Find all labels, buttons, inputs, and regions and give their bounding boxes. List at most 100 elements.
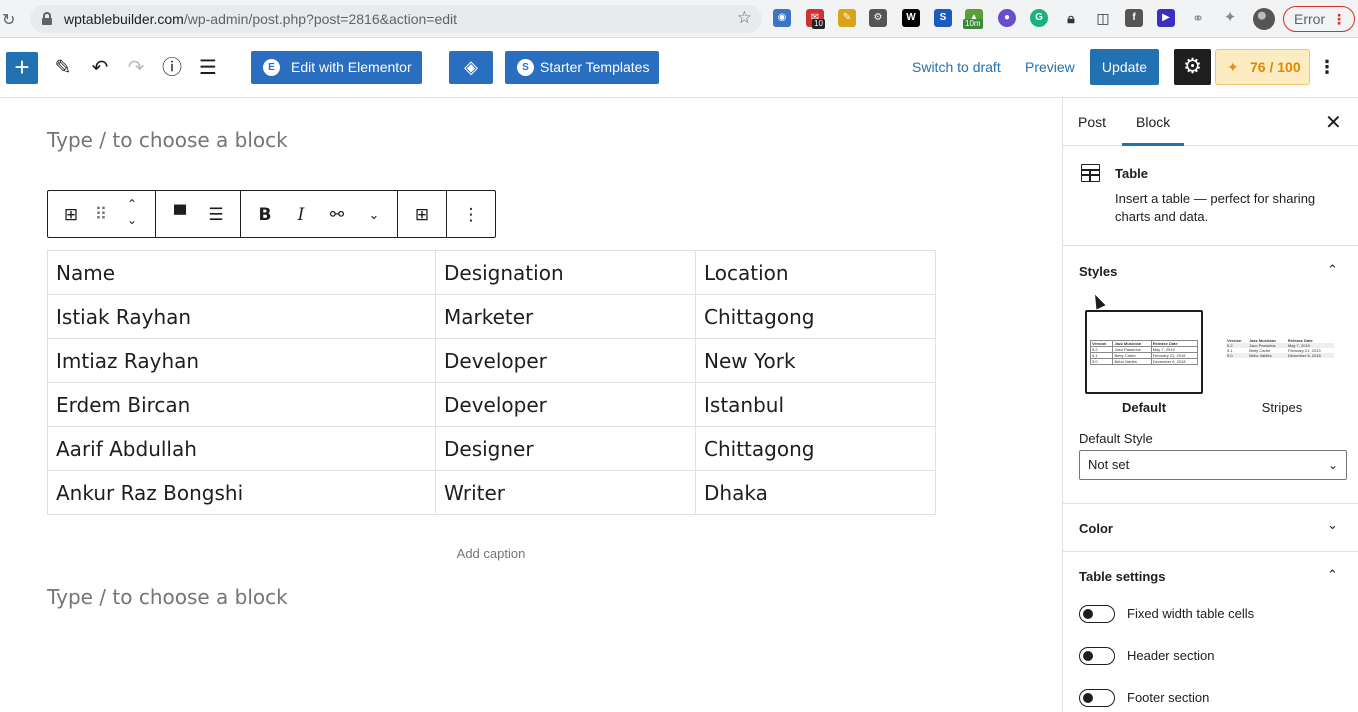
block-placeholder-top[interactable]: Type / to choose a block	[47, 128, 288, 152]
default-style-select[interactable]: Not set ⌄	[1079, 450, 1347, 480]
puzzle-icon[interactable]: ✦	[1221, 9, 1239, 27]
block-card: Table Insert a table — perfect for shari…	[1063, 146, 1358, 246]
bookmark-star-icon[interactable]: ☆	[737, 8, 752, 28]
style-label-stripes: Stripes	[1261, 400, 1303, 415]
chevron-up-icon[interactable]: ⌃	[1327, 567, 1338, 583]
url-text: wptablebuilder.com/wp-admin/post.php?pos…	[64, 11, 457, 27]
table-cell[interactable]: Developer	[435, 382, 696, 427]
settings-button[interactable]: ⚙	[1174, 49, 1211, 85]
starter-templates-label: Starter Templates	[540, 59, 650, 75]
bold-icon[interactable]: B	[253, 203, 277, 227]
extension-icon-1[interactable]: ◉	[773, 9, 791, 27]
table-cell[interactable]: Erdem Bircan	[47, 382, 436, 427]
preview-button[interactable]: Preview	[1025, 59, 1075, 75]
add-block-button[interactable]: +	[6, 52, 38, 84]
style-option-default[interactable]: Version Jazz Musician Release Date 5.2 Jaco…	[1085, 310, 1203, 394]
info-icon[interactable]: ⓘ	[159, 54, 185, 82]
extension-icon-6[interactable]: ●	[998, 9, 1016, 27]
edit-with-elementor-button[interactable]: E Edit with Elementor	[251, 51, 422, 84]
edit-table-icon[interactable]: ⊞	[410, 203, 434, 227]
tab-block[interactable]: Block	[1122, 98, 1185, 146]
settings-sidebar: Post Block ✕ Table Insert a table — perf…	[1062, 98, 1358, 712]
extension-icon-4[interactable]: ⚙	[869, 9, 887, 27]
extension-badge: 10m	[963, 19, 983, 29]
toggle-switch[interactable]	[1079, 689, 1115, 707]
style-option-stripes[interactable]: Version Jazz Musician Release Date 5.2 Jaco…	[1223, 310, 1341, 394]
more-options-icon[interactable]: ⋮	[459, 203, 483, 227]
tab-post[interactable]: Post	[1064, 98, 1120, 146]
table-cell[interactable]: Name	[47, 250, 436, 295]
table-cell[interactable]: Imtiaz Rayhan	[47, 338, 436, 383]
move-up-icon[interactable]: ⌃	[120, 197, 144, 211]
table-cell[interactable]: Dhaka	[695, 470, 936, 515]
chevron-down-icon: ⌄	[1327, 458, 1338, 472]
switch-to-draft-button[interactable]: Switch to draft	[912, 59, 1001, 75]
color-panel-toggle[interactable]: Color	[1079, 521, 1113, 536]
link-icon[interactable]: ⚯	[325, 203, 349, 227]
redo-icon[interactable]: ↷	[123, 54, 149, 82]
extension-icon-f[interactable]: f	[1125, 9, 1143, 27]
table-caption-input[interactable]: Add caption	[0, 546, 982, 561]
drag-handle-icon[interactable]: ⠿	[89, 203, 113, 227]
profile-avatar[interactable]	[1253, 8, 1275, 30]
extension-icon-s[interactable]: S	[934, 9, 952, 27]
grammarly-icon[interactable]: G	[1030, 9, 1048, 27]
table-cell[interactable]: Developer	[435, 338, 696, 383]
table-cell[interactable]: Ankur Raz Bongshi	[47, 470, 436, 515]
options-menu-icon[interactable]: ⋮	[1318, 57, 1336, 78]
table-cell[interactable]: Designer	[435, 426, 696, 471]
table-cell[interactable]: New York	[695, 338, 936, 383]
chevron-down-icon[interactable]: ⌄	[1327, 517, 1338, 533]
extension-icon-7[interactable]: ▶	[1157, 9, 1175, 27]
block-placeholder-bottom[interactable]: Type / to choose a block	[47, 585, 288, 609]
elementor-label: Edit with Elementor	[291, 59, 412, 75]
move-down-icon[interactable]: ⌄	[120, 213, 144, 227]
italic-icon[interactable]: I	[289, 203, 313, 227]
table-icon	[1081, 164, 1100, 182]
table-width-icon[interactable]: ▀	[168, 203, 192, 227]
table-settings-panel-toggle[interactable]: Table settings	[1079, 569, 1165, 584]
list-view-icon[interactable]: ☰	[195, 54, 221, 82]
table-cell[interactable]: Istanbul	[695, 382, 936, 427]
toggle-switch[interactable]	[1079, 647, 1115, 665]
toggle-label: Footer section	[1127, 690, 1210, 705]
tablepress-button[interactable]: ◈	[449, 51, 493, 84]
table-cell[interactable]: Chittagong	[695, 294, 936, 339]
pocket-icon[interactable]: ◫	[1094, 9, 1112, 27]
table-row: Name Designation Location	[47, 250, 936, 295]
close-icon[interactable]: ✕	[1325, 110, 1342, 135]
gear-icon: ⚙	[1183, 55, 1202, 78]
error-button[interactable]: Error ⋮	[1283, 6, 1355, 32]
starter-templates-icon: S	[517, 59, 534, 76]
table-row: Ankur Raz Bongshi Writer Dhaka	[47, 470, 936, 515]
table-cell[interactable]: Marketer	[435, 294, 696, 339]
table-row: Imtiaz Rayhan Developer New York	[47, 338, 936, 383]
starter-templates-button[interactable]: S Starter Templates	[505, 51, 659, 84]
style-preview-table: Version Jazz Musician Release Date 5.2 Jaco…	[1226, 338, 1334, 358]
table-cell[interactable]: Istiak Rayhan	[47, 294, 436, 339]
seo-score-button[interactable]: ✦ 76 / 100	[1215, 49, 1310, 85]
table-cell[interactable]: Chittagong	[695, 426, 936, 471]
undo-icon[interactable]: ↶	[87, 54, 113, 82]
table-cell[interactable]: Location	[695, 250, 936, 295]
align-left-icon[interactable]: ☰	[204, 203, 228, 227]
editor-canvas: Type / to choose a block ⊞ ⠿ ⌃ ⌄ ▀ ☰ B I…	[0, 98, 1062, 712]
url-path: /wp-admin/post.php?post=2816&action=edit	[183, 11, 458, 27]
toggle-switch[interactable]	[1079, 605, 1115, 623]
table-block-icon[interactable]: ⊞	[59, 203, 83, 227]
update-button[interactable]: Update	[1090, 49, 1159, 85]
table-cell[interactable]: Aarif Abdullah	[47, 426, 436, 471]
extension-icon-w[interactable]: W	[902, 9, 920, 27]
reload-icon[interactable]: ↻	[2, 10, 15, 30]
styles-panel-toggle[interactable]: Styles	[1079, 264, 1117, 279]
table-cell[interactable]: Designation	[435, 250, 696, 295]
address-bar[interactable]: wptablebuilder.com/wp-admin/post.php?pos…	[30, 5, 762, 33]
chevron-down-icon[interactable]: ⌄	[362, 203, 386, 227]
table-cell[interactable]: Writer	[435, 470, 696, 515]
table-row: Istiak Rayhan Marketer Chittagong	[47, 294, 936, 339]
link-extension-icon[interactable]: ⚭	[1189, 9, 1207, 27]
extension-icon-3[interactable]: ✎	[838, 9, 856, 27]
pencil-icon[interactable]: ✎	[50, 54, 76, 82]
chevron-up-icon[interactable]: ⌃	[1327, 262, 1338, 278]
lock-extension-icon[interactable]: 🔒︎	[1062, 9, 1080, 27]
